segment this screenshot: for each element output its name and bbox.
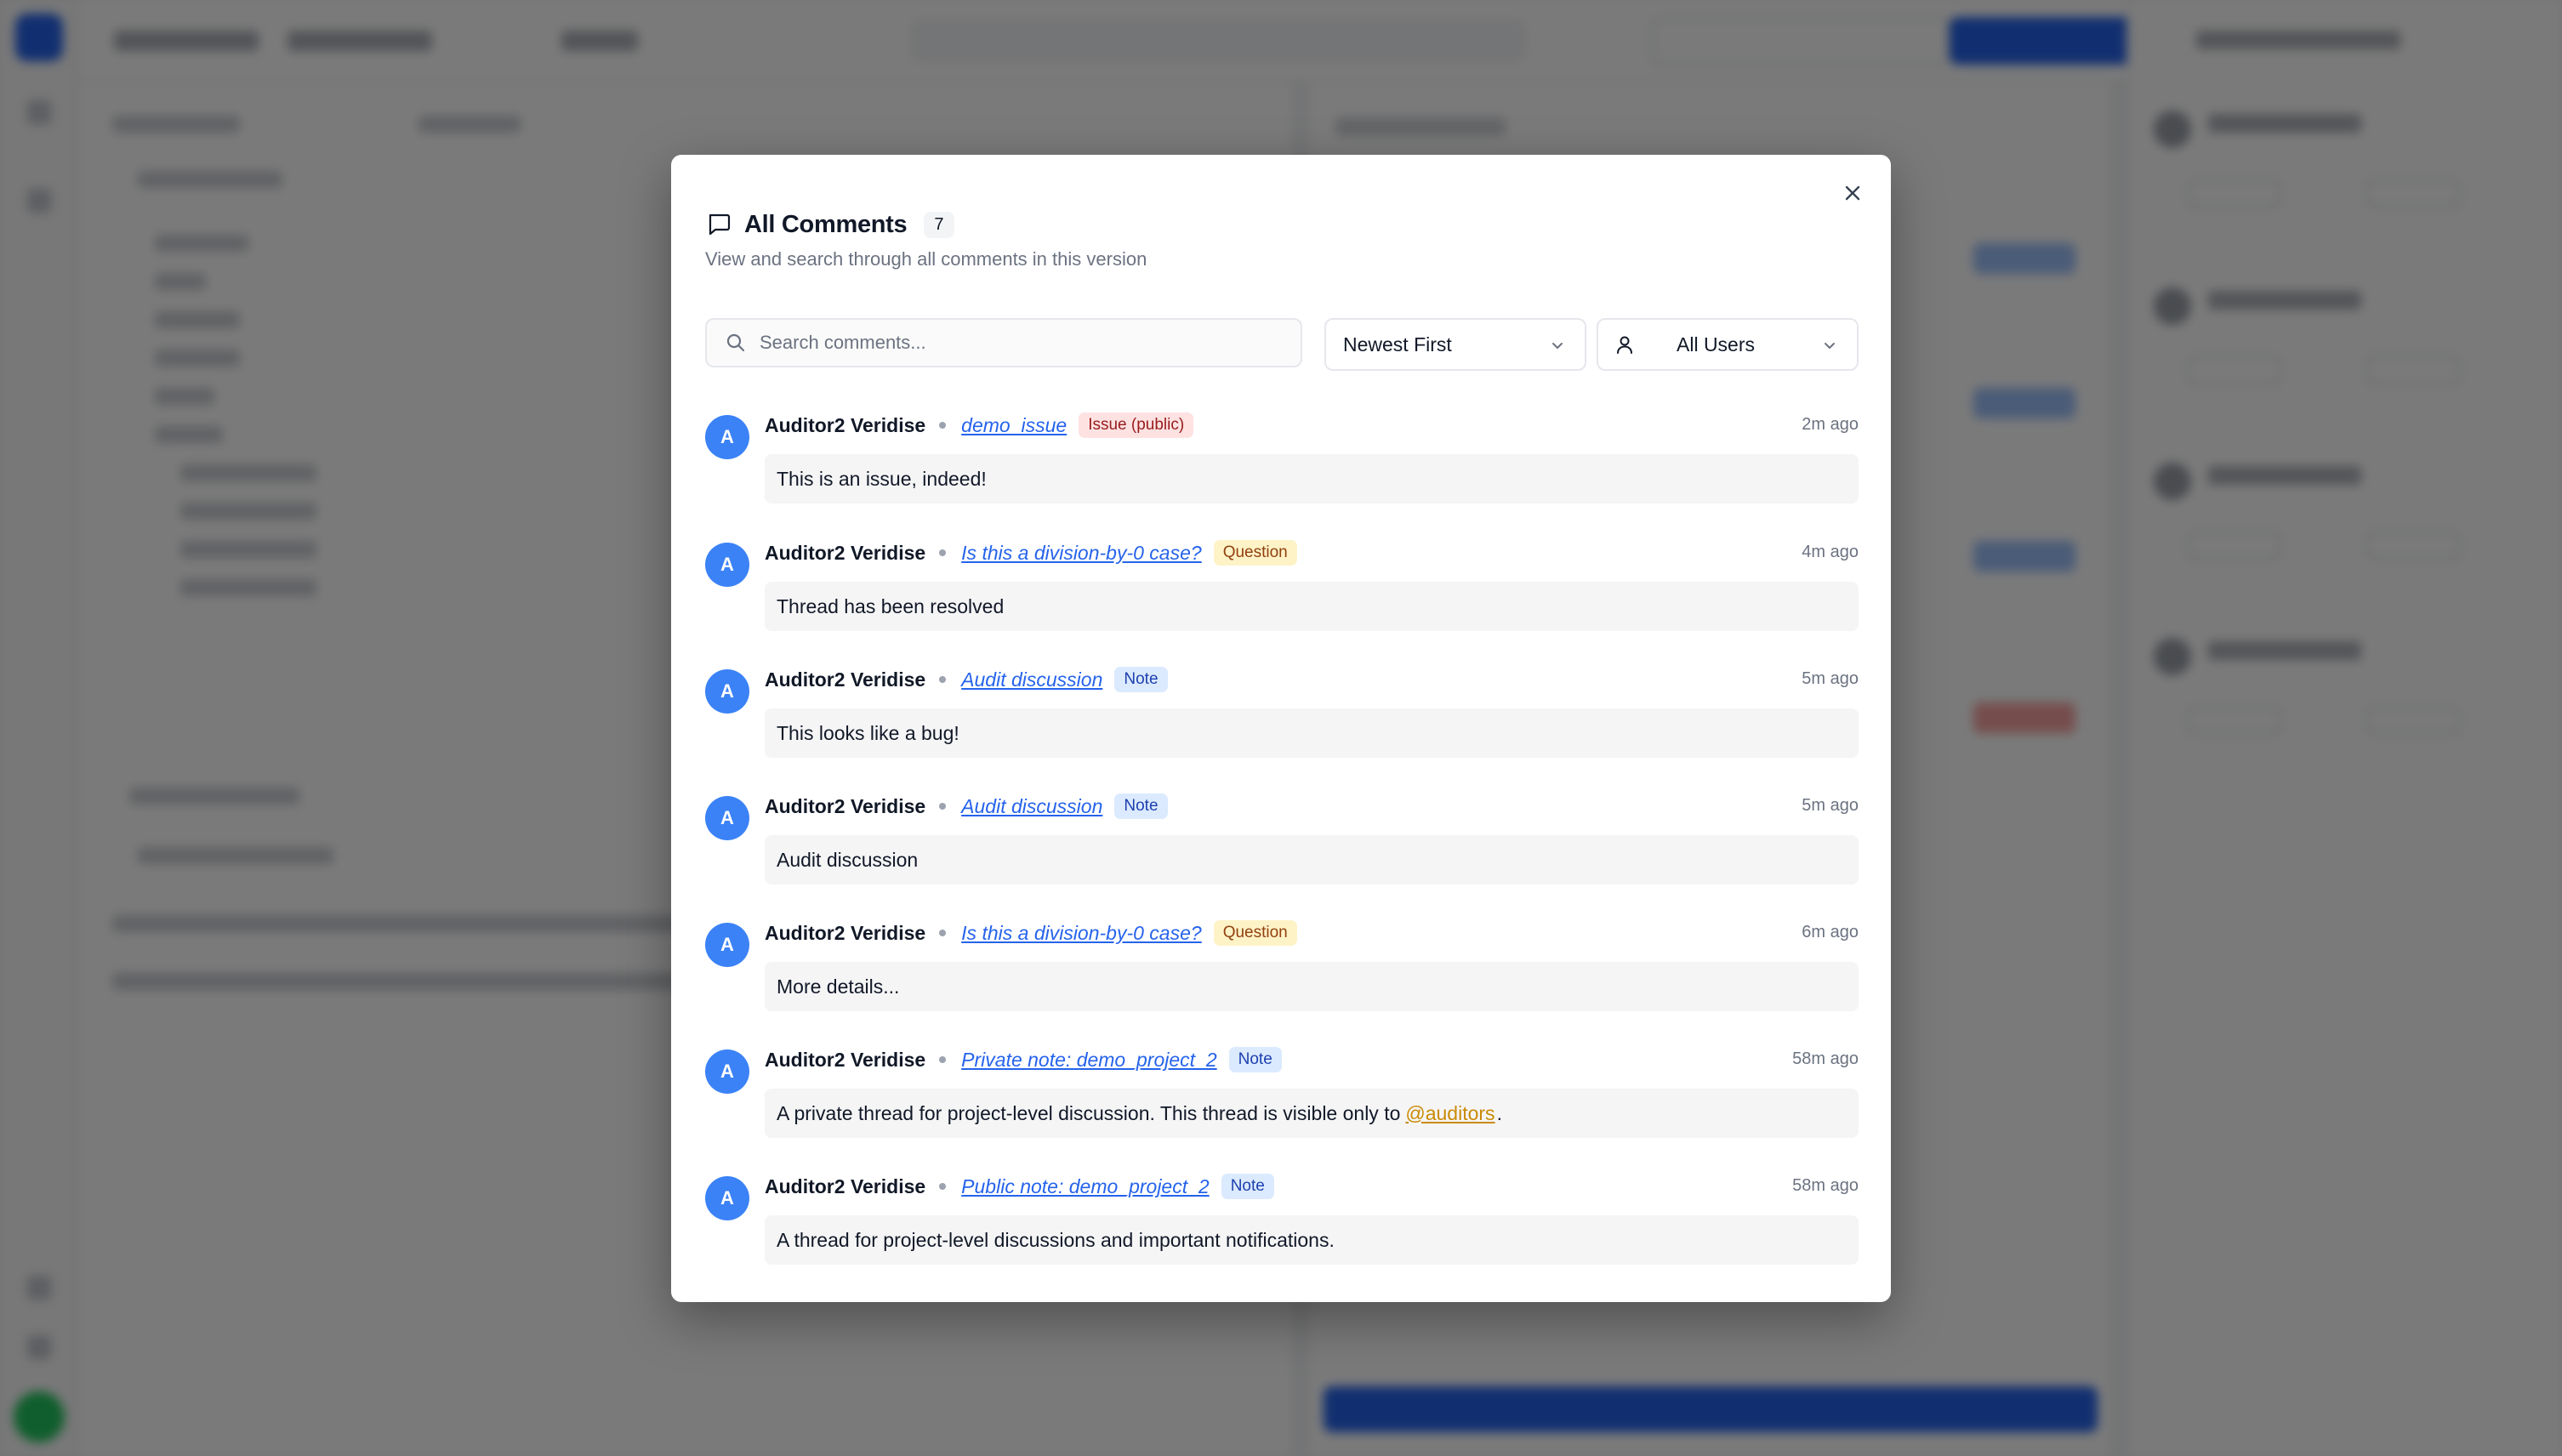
author-avatar: A [705, 543, 749, 587]
separator-dot [939, 549, 947, 556]
thread-type-badge: Issue (public) [1079, 412, 1194, 438]
comment-text: Thread has been resolved [777, 594, 1005, 617]
chevron-down-icon [1825, 343, 1835, 349]
author-avatar: A [705, 415, 749, 459]
user-mention-link[interactable]: @auditors [1405, 1102, 1494, 1125]
dialog-header: All Comments 7 [705, 208, 954, 242]
comment-meta: Auditor2 Veridise Audit discussion Note [765, 791, 1168, 822]
separator-dot [939, 1056, 947, 1063]
comment-timestamp: 6m ago [1802, 923, 1859, 941]
thread-type-badge: Note [1228, 1047, 1282, 1072]
comment-item: A Auditor2 Veridise Private note: demo_p… [705, 1044, 1859, 1146]
author-name: Auditor2 Veridise [765, 921, 926, 944]
comment-item: A Auditor2 Veridise Is this a division-b… [705, 918, 1859, 1020]
comment-body: A thread for project-level discussions a… [765, 1215, 1859, 1265]
comment-item: A Auditor2 Veridise Is this a division-b… [705, 537, 1859, 640]
comment-item: A Auditor2 Veridise Audit discussion Not… [705, 791, 1859, 893]
all-comments-dialog: All Comments 7 View and search through a… [671, 155, 1891, 1302]
comment-item: A Auditor2 Veridise demo_issue Issue (pu… [705, 410, 1859, 512]
thread-link[interactable]: Audit discussion [961, 795, 1102, 818]
user-filter-select[interactable]: All Users [1597, 318, 1859, 371]
comment-text: More details... [777, 975, 900, 998]
comment-timestamp: 2m ago [1802, 415, 1859, 434]
thread-type-badge: Note [1221, 1174, 1274, 1199]
search-input[interactable] [760, 332, 1270, 354]
comment-text: A private thread for project-level discu… [777, 1101, 1401, 1124]
comment-body: A private thread for project-level discu… [765, 1089, 1859, 1138]
thread-link[interactable]: Is this a division-by-0 case? [961, 922, 1202, 945]
comment-body: This is an issue, indeed! [765, 454, 1859, 503]
comment-body: Audit discussion [765, 835, 1859, 884]
thread-link[interactable]: Audit discussion [961, 668, 1102, 691]
author-avatar: A [705, 1049, 749, 1094]
author-name: Auditor2 Veridise [765, 1048, 926, 1071]
author-avatar: A [705, 1176, 749, 1220]
comment-timestamp: 58m ago [1792, 1049, 1859, 1068]
thread-type-badge: Question [1213, 920, 1297, 946]
separator-dot [939, 803, 947, 810]
thread-type-badge: Question [1213, 540, 1297, 566]
search-field[interactable] [705, 318, 1302, 367]
comment-count-badge: 7 [924, 211, 954, 238]
author-name: Auditor2 Veridise [765, 413, 926, 436]
comment-timestamp: 58m ago [1792, 1176, 1859, 1195]
comment-meta: Auditor2 Veridise Is this a division-by-… [765, 537, 1297, 568]
search-icon [726, 333, 745, 352]
thread-type-badge: Note [1114, 667, 1168, 692]
thread-type-badge: Note [1114, 793, 1168, 819]
chevron-down-icon [1552, 343, 1563, 349]
dialog-subtitle: View and search through all comments in … [705, 248, 1147, 270]
comment-meta: Auditor2 Veridise Private note: demo_pro… [765, 1044, 1282, 1075]
author-name: Auditor2 Veridise [765, 541, 926, 564]
author-avatar: A [705, 796, 749, 840]
separator-dot [939, 422, 947, 429]
comment-text: Audit discussion [777, 848, 919, 871]
thread-link[interactable]: demo_issue [961, 414, 1067, 437]
comment-body: Thread has been resolved [765, 582, 1859, 631]
comment-body: More details... [765, 962, 1859, 1011]
separator-dot [939, 676, 947, 683]
separator-dot [939, 930, 947, 936]
comment-timestamp: 5m ago [1802, 796, 1859, 815]
close-icon [1845, 185, 1860, 201]
thread-link[interactable]: Is this a division-by-0 case? [961, 542, 1202, 565]
comment-meta: Auditor2 Veridise Audit discussion Note [765, 664, 1168, 695]
comment-timestamp: 5m ago [1802, 669, 1859, 688]
author-name: Auditor2 Veridise [765, 668, 926, 691]
comment-text-suffix: . [1496, 1101, 1502, 1124]
author-name: Auditor2 Veridise [765, 794, 926, 817]
thread-link[interactable]: Public note: demo_project_2 [961, 1175, 1210, 1198]
dialog-title: All Comments [744, 210, 908, 238]
close-button[interactable] [1840, 180, 1865, 206]
comment-meta: Auditor2 Veridise demo_issue Issue (publ… [765, 410, 1194, 441]
author-avatar: A [705, 669, 749, 714]
sort-select[interactable]: Newest First [1324, 318, 1586, 371]
author-name: Auditor2 Veridise [765, 1174, 926, 1197]
separator-dot [939, 1183, 947, 1190]
comment-item: A Auditor2 Veridise Public note: demo_pr… [705, 1171, 1859, 1273]
user-icon [1617, 336, 1632, 354]
thread-link[interactable]: Private note: demo_project_2 [961, 1049, 1216, 1072]
comment-text: This looks like a bug! [777, 721, 959, 744]
comment-timestamp: 4m ago [1802, 543, 1859, 561]
comment-text: A thread for project-level discussions a… [777, 1228, 1335, 1251]
comment-item: A Auditor2 Veridise Audit discussion Not… [705, 664, 1859, 766]
comment-body: This looks like a bug! [765, 708, 1859, 758]
author-avatar: A [705, 923, 749, 967]
chat-bubble-icon [709, 213, 731, 236]
comment-meta: Auditor2 Veridise Is this a division-by-… [765, 918, 1297, 948]
comment-meta: Auditor2 Veridise Public note: demo_proj… [765, 1171, 1274, 1202]
comment-text: This is an issue, indeed! [777, 467, 987, 490]
user-filter-value: All Users [1677, 333, 1756, 355]
sort-select-value: Newest First [1343, 333, 1452, 355]
